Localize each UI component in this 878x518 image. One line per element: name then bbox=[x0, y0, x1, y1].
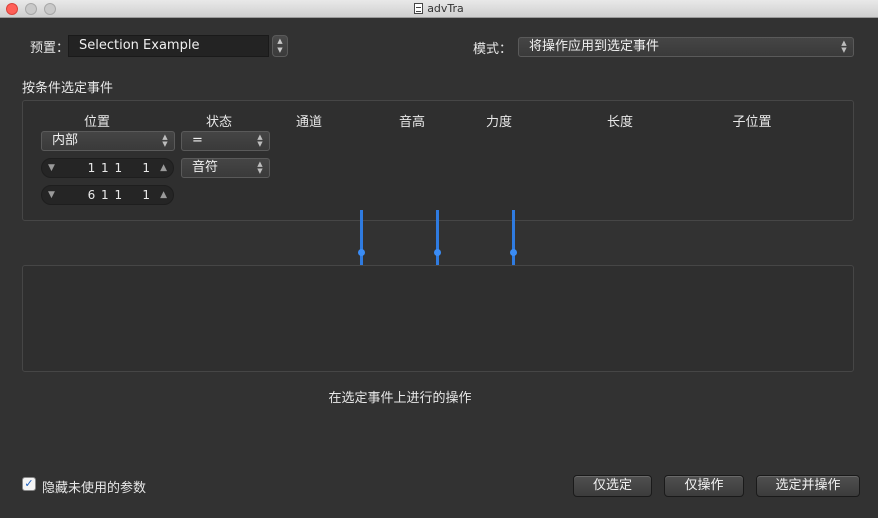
position-start-field[interactable]: ▼ 1 1 1 1 ▲ bbox=[41, 158, 174, 178]
title-bar: advTra bbox=[0, 0, 878, 18]
preset-stepper-icon[interactable]: ▲ ▼ bbox=[272, 35, 288, 57]
preset-field[interactable]: Selection Example bbox=[68, 35, 269, 57]
window-title-area: advTra bbox=[0, 1, 878, 17]
select-and-operate-button[interactable]: 选定并操作 bbox=[756, 475, 860, 497]
triangle-down-icon[interactable]: ▼ bbox=[48, 159, 55, 177]
column-header-position: 位置 bbox=[83, 115, 110, 130]
velocity-split-slider[interactable] bbox=[512, 210, 515, 272]
popup-stepper-icon: ▲ ▼ bbox=[841, 39, 847, 54]
mode-label: 模式： bbox=[473, 42, 513, 57]
column-header-status: 状态 bbox=[205, 115, 232, 130]
operations-panel bbox=[22, 265, 854, 372]
column-header-subposition: 子位置 bbox=[732, 115, 772, 130]
select-only-button[interactable]: 仅选定 bbox=[573, 475, 652, 497]
column-header-pitch: 音高 bbox=[398, 115, 425, 130]
mode-popup[interactable]: 将操作应用到选定事件 ▲ ▼ bbox=[518, 37, 854, 57]
position-condition-value: 内部 bbox=[52, 133, 79, 148]
checkmark-icon: ✓ bbox=[24, 477, 34, 490]
status-condition-popup[interactable]: = ▲ ▼ bbox=[181, 131, 270, 151]
preset-value: Selection Example bbox=[79, 38, 200, 53]
column-header-velocity: 力度 bbox=[485, 115, 512, 130]
conditions-section-title: 按条件选定事件 bbox=[22, 81, 114, 96]
operate-only-button[interactable]: 仅操作 bbox=[664, 475, 744, 497]
popup-stepper-icon: ▲ ▼ bbox=[162, 133, 168, 148]
triangle-down-icon[interactable]: ▼ bbox=[48, 186, 55, 204]
column-header-channel: 通道 bbox=[295, 115, 322, 130]
popup-stepper-icon: ▲ ▼ bbox=[257, 133, 263, 148]
status-value-popup[interactable]: 音符 ▲ ▼ bbox=[181, 158, 270, 178]
pitch-split-knob[interactable] bbox=[434, 249, 441, 256]
status-condition-value: = bbox=[192, 133, 203, 148]
triangle-up-icon[interactable]: ▲ bbox=[160, 186, 167, 204]
window: advTra 预置： Selection Example ▲ ▼ 模式： 将操作应… bbox=[0, 0, 878, 518]
velocity-split-knob[interactable] bbox=[510, 249, 517, 256]
position-end-field[interactable]: ▼ 6 1 1 1 ▲ bbox=[41, 185, 174, 205]
hide-unused-checkbox[interactable]: ✓ bbox=[22, 477, 36, 491]
pitch-split-slider[interactable] bbox=[436, 210, 439, 272]
position-end-value: 6 1 1 1 bbox=[87, 188, 151, 202]
triangle-up-icon[interactable]: ▲ bbox=[160, 159, 167, 177]
position-condition-popup[interactable]: 内部 ▲ ▼ bbox=[41, 131, 175, 151]
channel-split-knob[interactable] bbox=[358, 249, 365, 256]
position-start-value: 1 1 1 1 bbox=[87, 161, 151, 175]
channel-split-slider[interactable] bbox=[360, 210, 363, 272]
mode-value: 将操作应用到选定事件 bbox=[529, 39, 660, 54]
hide-unused-label: 隐藏未使用的参数 bbox=[42, 481, 147, 496]
preset-label: 预置： bbox=[30, 41, 70, 56]
operations-section-title: 在选定事件上进行的操作 bbox=[328, 391, 472, 406]
column-header-length: 长度 bbox=[606, 115, 633, 130]
window-title: advTra bbox=[427, 2, 464, 15]
document-icon bbox=[414, 3, 424, 14]
status-value-text: 音符 bbox=[192, 160, 219, 175]
popup-stepper-icon: ▲ ▼ bbox=[257, 160, 263, 175]
